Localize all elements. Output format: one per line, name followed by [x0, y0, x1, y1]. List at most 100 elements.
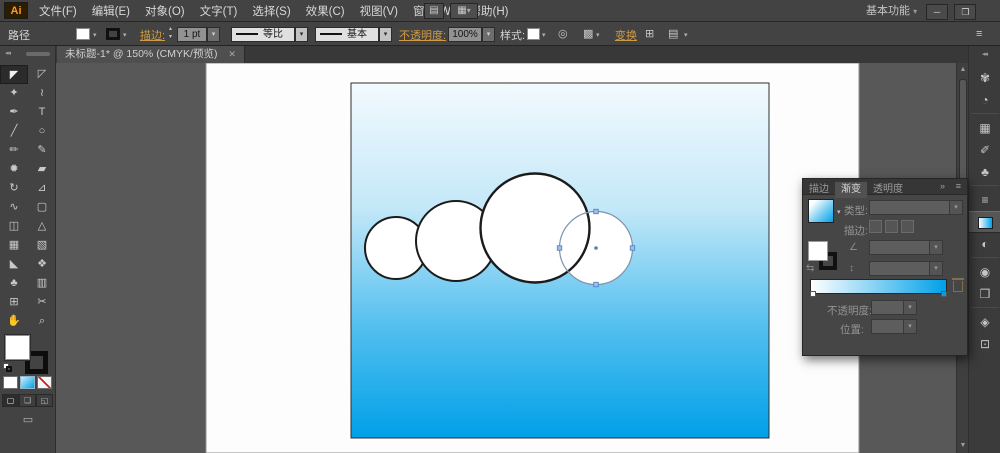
apply-none-button[interactable] — [37, 376, 52, 389]
close-tab-icon[interactable]: ✕ — [228, 49, 236, 59]
dock-stroke-icon[interactable]: ≡ — [969, 189, 1000, 211]
gradient-ramp[interactable] — [810, 279, 947, 297]
chevron-down-icon[interactable]: ▾ — [596, 31, 600, 39]
chevron-down-icon[interactable]: ▾ — [542, 31, 546, 39]
draw-behind-button[interactable]: ❏ — [19, 394, 36, 407]
column-graph-tool[interactable]: ▥ — [28, 274, 56, 293]
menu-item-2[interactable]: 对象(O) — [142, 1, 188, 23]
opacity-field[interactable]: 100% — [448, 27, 482, 42]
screen-mode-button[interactable]: ▭ — [14, 413, 42, 427]
draw-normal-button[interactable]: ▢ — [2, 394, 19, 407]
cloud-circle-3[interactable] — [479, 172, 591, 284]
collapse-panel-icon[interactable]: » — [940, 181, 945, 191]
selection-tool[interactable]: ◤ — [0, 65, 28, 84]
opacity-dropdown[interactable]: ▾ — [482, 27, 495, 42]
expand-dock-icon[interactable]: ◂◂ — [968, 46, 1000, 63]
stroke-weight-field[interactable]: 1 pt — [177, 27, 207, 42]
magic-wand-tool[interactable]: ✦ — [0, 84, 28, 103]
dock-color-guide-icon[interactable]: ◔ — [969, 89, 1000, 111]
dock-appearance-icon[interactable]: ◉ — [969, 261, 1000, 283]
artboard-tool[interactable]: ⊞ — [0, 293, 28, 312]
mesh-tool[interactable]: ▦ — [0, 236, 28, 255]
profile-dropdown[interactable]: ▾ — [295, 27, 308, 42]
style-swatch[interactable] — [527, 28, 540, 40]
tools-grabber[interactable] — [26, 52, 50, 56]
control-panel-menu-icon[interactable]: ≡ — [976, 27, 982, 42]
minimize-button[interactable]: ─ — [926, 4, 948, 20]
anchor-point[interactable] — [556, 245, 563, 251]
workspace-switcher[interactable]: 基本功能 ▾ — [866, 0, 917, 22]
panel-tab-描边[interactable]: 描边 — [803, 182, 835, 198]
eyedropper-tool[interactable]: ◣ — [0, 255, 28, 274]
transform-panel-link[interactable]: 变换 — [615, 27, 637, 43]
blob-brush-tool[interactable]: ✹ — [0, 160, 28, 179]
gradient-fill-proxy[interactable] — [808, 241, 828, 261]
scale-tool[interactable]: ⊿ — [28, 179, 56, 198]
brush-dropdown[interactable]: ▾ — [379, 27, 392, 42]
zoom-tool[interactable]: ⌕ — [28, 312, 56, 331]
menu-item-5[interactable]: 效果(C) — [303, 1, 348, 23]
dock-gradient-icon[interactable] — [969, 211, 1000, 233]
menu-item-1[interactable]: 编辑(E) — [89, 1, 133, 23]
align-icon[interactable]: ⊞ — [645, 27, 654, 42]
chevron-down-icon[interactable]: ▾ — [93, 31, 97, 39]
arrange-window-icon[interactable]: ▤ — [424, 3, 444, 19]
chevron-down-icon[interactable]: ▾ — [684, 31, 688, 39]
anchor-point[interactable] — [593, 208, 599, 215]
free-transform-tool[interactable]: ▢ — [28, 198, 56, 217]
arrange-documents-icon[interactable]: ▦▾ — [450, 3, 478, 19]
stroke-weight-dropdown[interactable]: ▾ — [207, 27, 220, 42]
paintbrush-tool[interactable]: ✏ — [0, 141, 28, 160]
stroke-panel-link[interactable]: 描边: — [140, 27, 165, 43]
options-icon[interactable]: ▤ — [668, 27, 678, 42]
shape-builder-tool[interactable]: ◫ — [0, 217, 28, 236]
gradient-presets-dropdown-icon[interactable]: ▾ — [837, 208, 841, 216]
gradient-stop-end[interactable] — [941, 291, 947, 297]
pen-tool[interactable]: ✒ — [0, 103, 28, 122]
draw-inside-button[interactable]: ◱ — [36, 394, 53, 407]
symbol-sprayer-tool[interactable]: ♣ — [0, 274, 28, 293]
lasso-tool[interactable]: ≀ — [28, 84, 56, 103]
eraser-tool[interactable]: ▰ — [28, 160, 56, 179]
direct-selection-tool[interactable]: ◸ — [28, 65, 56, 84]
dock-brushes-icon[interactable]: ✐ — [969, 139, 1000, 161]
menu-item-4[interactable]: 选择(S) — [249, 1, 293, 23]
collapse-tools-icon[interactable]: ◂◂ — [5, 49, 11, 57]
anchor-point[interactable] — [593, 281, 599, 288]
default-fill-stroke-icon[interactable] — [3, 363, 12, 372]
dock-artboards-icon[interactable]: ⊡ — [969, 333, 1000, 355]
gradient-tool[interactable]: ▧ — [28, 236, 56, 255]
recolor-artwork-icon[interactable]: ◎ — [558, 27, 568, 42]
pencil-tool[interactable]: ✎ — [28, 141, 56, 160]
opacity-panel-link[interactable]: 不透明度: — [399, 27, 446, 43]
gradient-fill-thumbnail[interactable] — [808, 199, 834, 223]
gradient-stop-start[interactable] — [810, 291, 816, 297]
ellipse-tool[interactable]: ○ — [28, 122, 56, 141]
dock-graphic-styles-icon[interactable]: ❒ — [969, 283, 1000, 305]
chevron-down-icon[interactable]: ▾ — [123, 31, 127, 39]
fill-color-swatch[interactable] — [76, 28, 90, 40]
apply-gradient-button[interactable] — [20, 376, 35, 389]
menu-item-0[interactable]: 文件(F) — [36, 1, 80, 23]
menu-item-6[interactable]: 视图(V) — [357, 1, 401, 23]
panel-tab-渐变[interactable]: 渐变 — [835, 182, 867, 198]
stroke-color-swatch[interactable] — [106, 28, 120, 40]
line-segment-tool[interactable]: ╱ — [0, 122, 28, 141]
fill-proxy[interactable] — [5, 335, 30, 360]
dock-symbols-icon[interactable]: ♣ — [969, 161, 1000, 183]
dock-color-icon[interactable]: ✾ — [969, 67, 1000, 89]
anchor-point[interactable] — [629, 245, 636, 251]
slice-tool[interactable]: ✂ — [28, 293, 56, 312]
variable-width-profile-select[interactable]: 等比 — [231, 27, 295, 42]
rotate-tool[interactable]: ↻ — [0, 179, 28, 198]
menu-item-3[interactable]: 文字(T) — [197, 1, 241, 23]
brush-definition-select[interactable]: 基本 — [315, 27, 379, 42]
panel-menu-icon[interactable]: ≡ — [956, 181, 961, 191]
dock-layers-icon[interactable]: ◈ — [969, 311, 1000, 333]
dock-transparency-icon[interactable]: ◐ — [969, 233, 1000, 255]
panel-tab-透明度[interactable]: 透明度 — [867, 182, 909, 198]
hand-tool[interactable]: ✋ — [0, 312, 28, 331]
type-tool[interactable]: T — [28, 103, 56, 122]
dock-swatches-icon[interactable]: ▦ — [969, 117, 1000, 139]
width-tool[interactable]: ∿ — [0, 198, 28, 217]
